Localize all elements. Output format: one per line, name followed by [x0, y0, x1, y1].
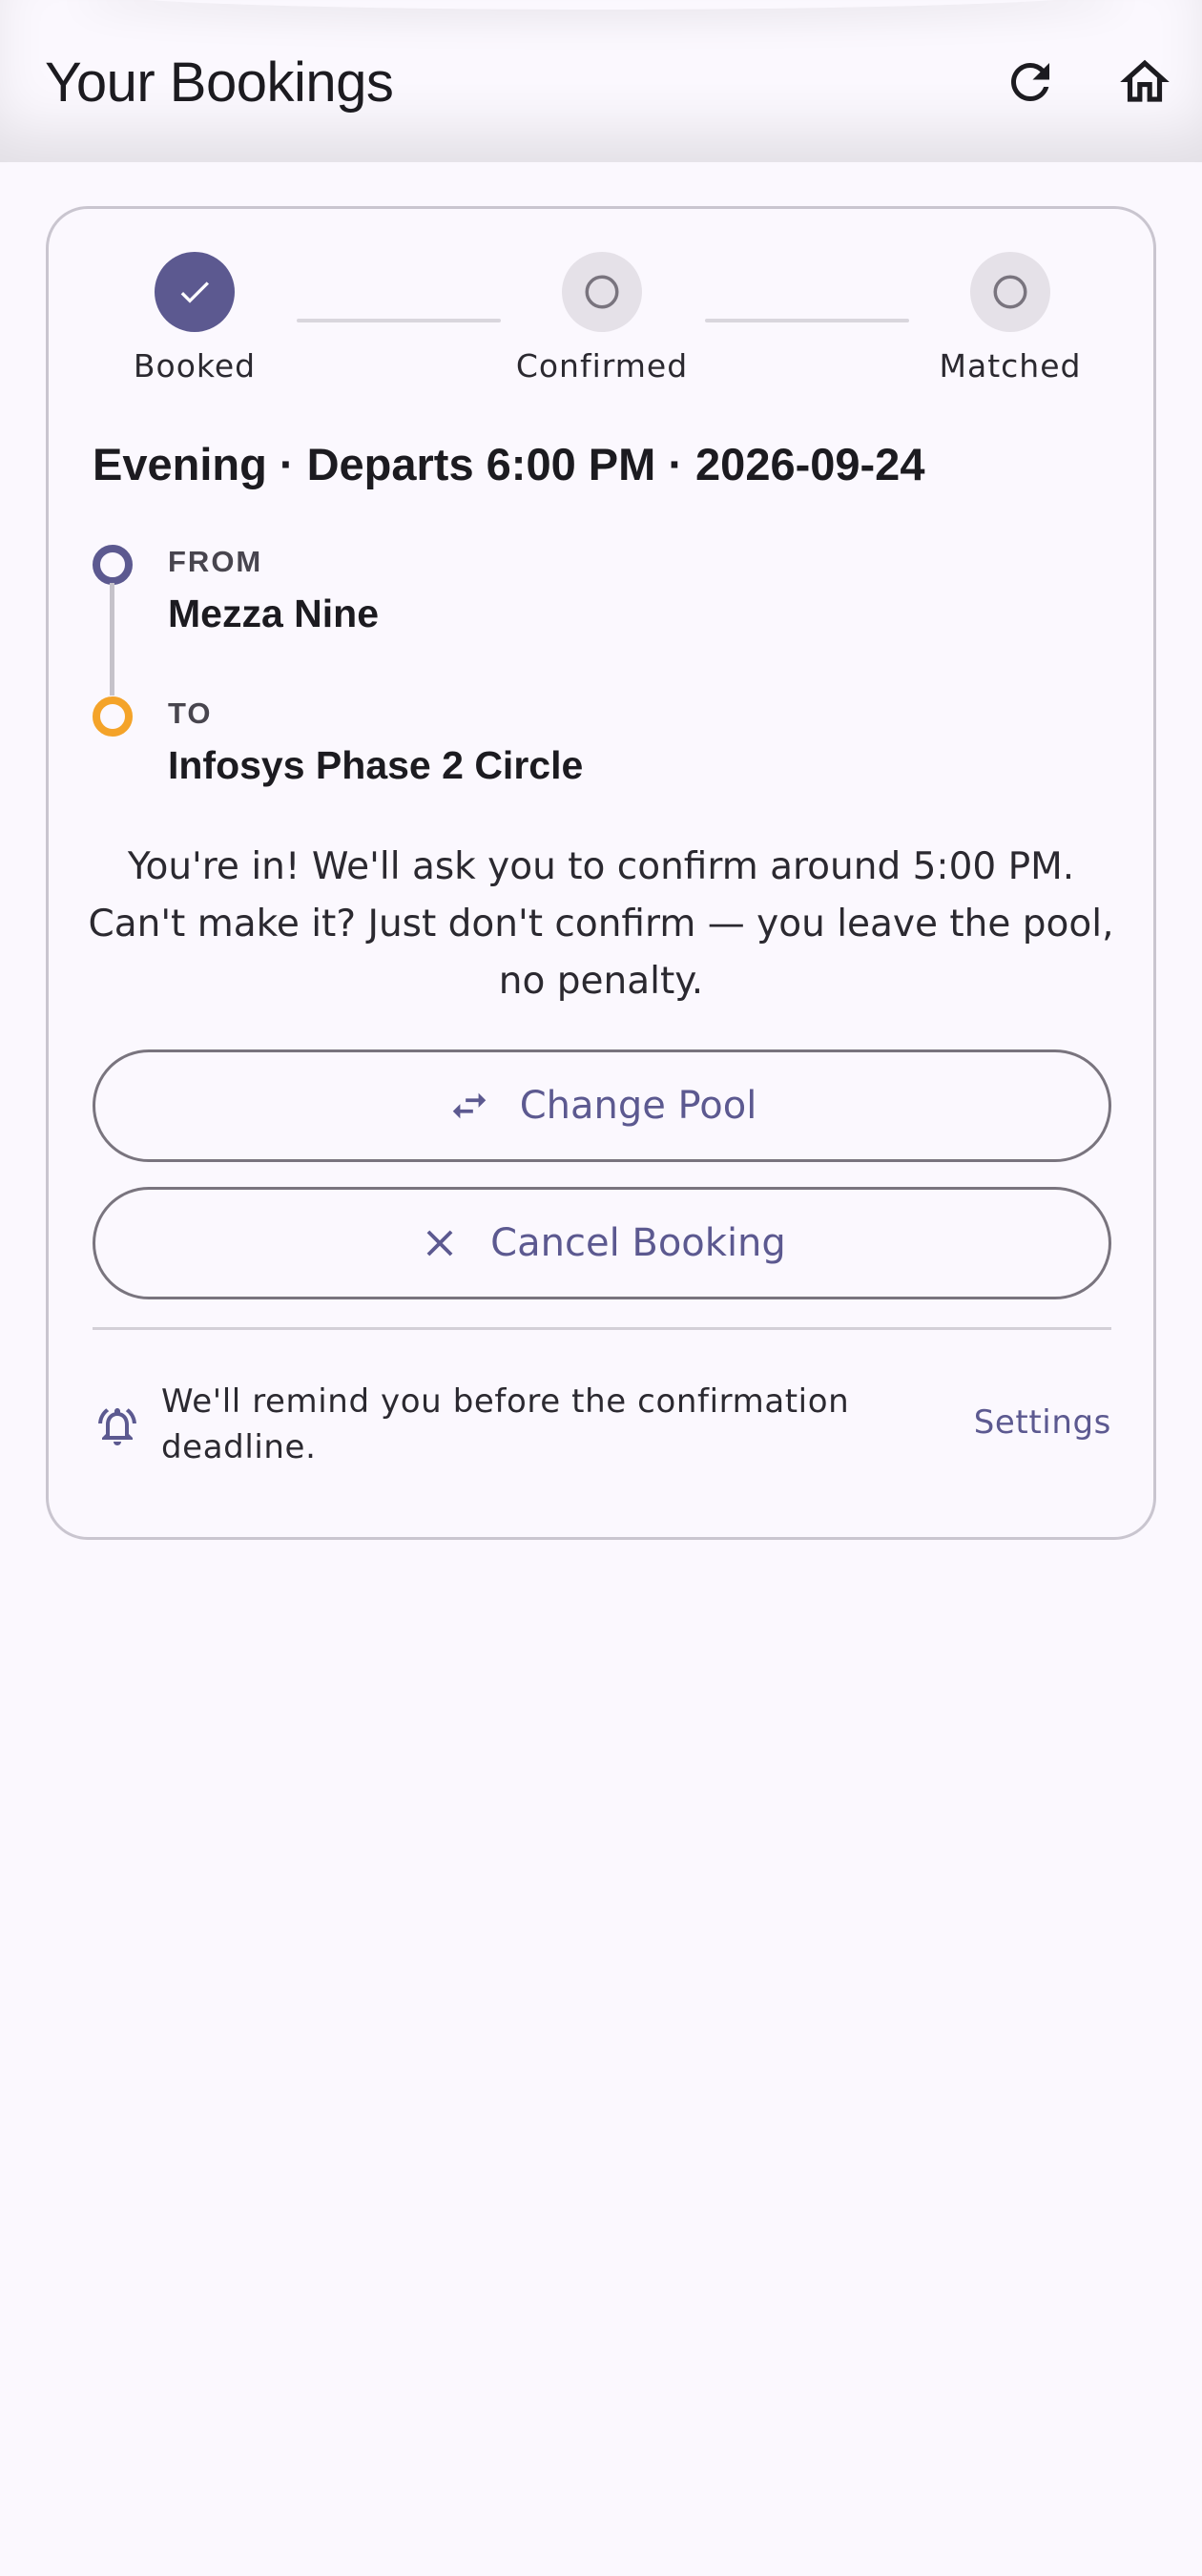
step-booked-indicator [155, 252, 235, 332]
step-confirmed-label: Confirmed [515, 347, 689, 384]
divider [93, 1327, 1111, 1330]
app-bar: Your Bookings [0, 0, 1202, 162]
change-pool-label: Change Pool [519, 1084, 757, 1128]
home-button[interactable] [1107, 44, 1183, 120]
refresh-icon [1011, 63, 1049, 101]
swap-horizontal-icon [447, 1084, 491, 1128]
circle-outline-icon [993, 275, 1027, 309]
refresh-button[interactable] [992, 44, 1068, 120]
step-matched-label: Matched [939, 347, 1082, 384]
step-connector [297, 319, 501, 322]
booking-card: Booked Confirmed Matched Evening · Depar… [46, 206, 1156, 1540]
settings-link[interactable]: Settings [974, 1403, 1111, 1442]
page-title: Your Bookings [45, 52, 394, 114]
route-connector [110, 583, 114, 696]
change-pool-button[interactable]: Change Pool [93, 1049, 1111, 1162]
circle-outline-icon [585, 275, 619, 309]
reminder-text: We'll remind you before the confirmation… [161, 1382, 850, 1466]
home-icon [1120, 59, 1170, 102]
step-booked-label: Booked [133, 347, 257, 384]
booking-status-message: You're in! We'll ask you to confirm arou… [88, 845, 1114, 1003]
from-label: FROM [168, 545, 263, 578]
destination-dot-icon [93, 696, 133, 737]
booking-heading: Evening · Departs 6:00 PM · 2026-09-24 [93, 439, 925, 489]
bell-ring-icon [98, 1408, 136, 1445]
cancel-booking-button[interactable]: Cancel Booking [93, 1187, 1111, 1299]
close-icon [418, 1221, 462, 1265]
to-label: TO [168, 696, 213, 730]
from-value: Mezza Nine [168, 592, 379, 635]
step-matched-indicator [970, 252, 1050, 332]
check-icon [180, 281, 209, 303]
to-value: Infosys Phase 2 Circle [168, 743, 584, 787]
step-confirmed-indicator [562, 252, 642, 332]
step-connector [705, 319, 909, 322]
cancel-booking-label: Cancel Booking [490, 1221, 786, 1265]
origin-dot-icon [93, 545, 133, 585]
